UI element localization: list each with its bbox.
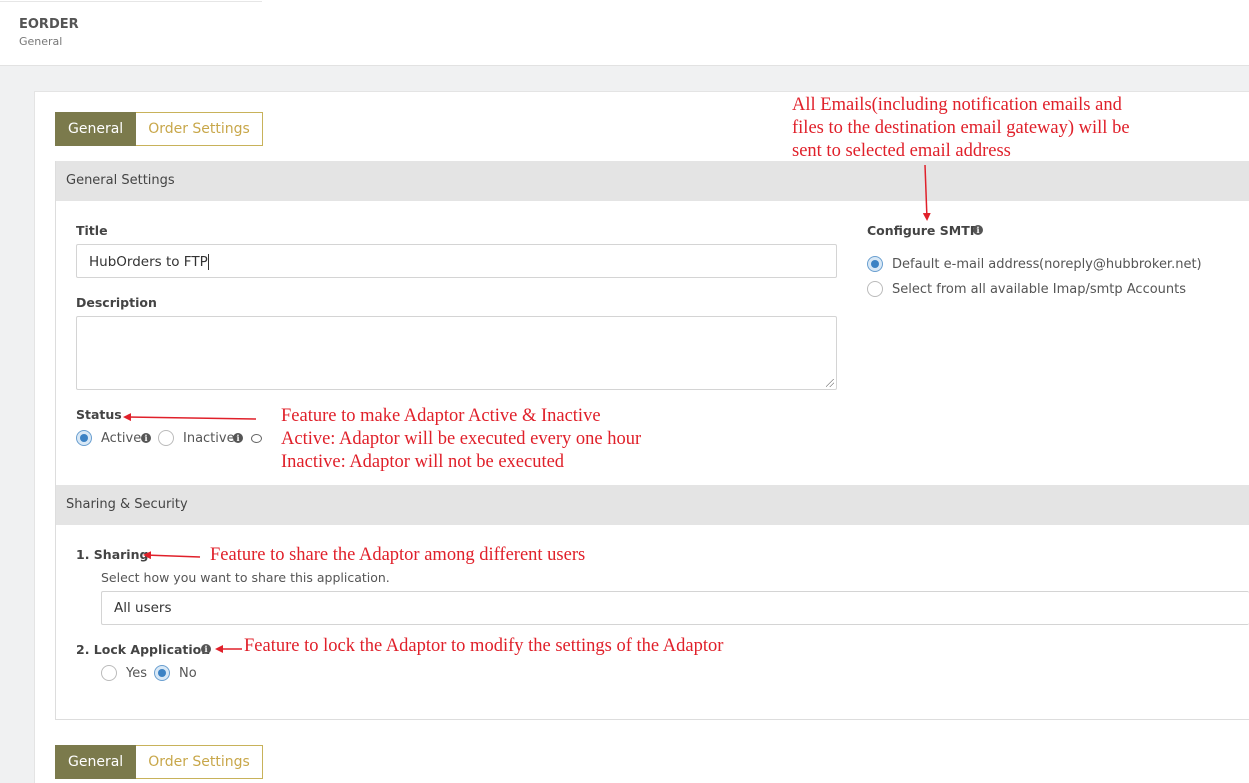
status-label: Status (76, 407, 122, 422)
sharing-select[interactable]: All users (101, 591, 1249, 625)
lock-application-label: 2. Lock Application (76, 642, 211, 657)
lock-annotation: Feature to lock the Adaptor to modify th… (244, 636, 724, 656)
title-input-value: HubOrders to FTP (89, 254, 208, 270)
tab-general-bottom[interactable]: General (55, 745, 137, 779)
lock-no-label: No (179, 666, 197, 681)
info-icon: i (201, 644, 211, 654)
smtp-default-radio[interactable] (867, 256, 883, 272)
info-icon: i (141, 433, 151, 443)
header-divider (0, 0, 262, 2)
tab-general[interactable]: General (55, 112, 137, 146)
bottom-tab-bar: General Order Settings (55, 745, 263, 779)
description-textarea[interactable] (76, 316, 837, 390)
info-icon: i (233, 433, 243, 443)
smtp-select-label: Select from all available Imap/smtp Acco… (892, 282, 1187, 297)
description-label: Description (76, 295, 157, 310)
lock-no-radio[interactable] (154, 665, 170, 681)
sharing-label: 1. Sharing (76, 547, 149, 562)
page-header: EORDER General (0, 0, 1249, 66)
app-subtitle: General (19, 35, 63, 48)
general-settings-heading: General Settings (56, 161, 1249, 201)
status-annotation: Feature to make Adaptor Active & Inactiv… (281, 405, 641, 474)
resize-handle[interactable] (826, 379, 834, 387)
annotation-line: Active: Adaptor will be executed every o… (281, 429, 642, 449)
lock-yes-label: Yes (126, 666, 147, 681)
smtp-default-label: Default e-mail address (892, 257, 1040, 272)
tab-order-settings[interactable]: Order Settings (136, 112, 263, 146)
comment-icon[interactable] (251, 434, 262, 443)
sharing-help-text: Select how you want to share this applic… (101, 570, 390, 585)
annotation-line: sent to selected email address (792, 141, 1011, 161)
email-annotation: All Emails(including notification emails… (792, 94, 1130, 163)
sharing-security-heading: Sharing & Security (56, 485, 1249, 525)
top-tab-bar: General Order Settings (55, 112, 263, 146)
status-active-radio[interactable] (76, 430, 92, 446)
status-active-label: Active (101, 431, 142, 446)
smtp-select-radio[interactable] (867, 281, 883, 297)
status-inactive-radio[interactable] (158, 430, 174, 446)
text-cursor (207, 254, 209, 270)
status-inactive-label: Inactive (183, 431, 235, 446)
annotation-line: Feature to make Adaptor Active & Inactiv… (281, 406, 601, 426)
lock-yes-radio[interactable] (101, 665, 117, 681)
annotation-line: Inactive: Adaptor will not be executed (281, 452, 565, 472)
app-title: EORDER (19, 17, 79, 32)
info-icon: i (973, 225, 983, 235)
smtp-default-address: (noreply@hubbroker.net) (1039, 257, 1202, 272)
title-label: Title (76, 223, 108, 238)
tab-order-settings-bottom[interactable]: Order Settings (136, 745, 263, 779)
annotation-line: All Emails(including notification emails… (792, 95, 1122, 115)
sharing-annotation: Feature to share the Adaptor among diffe… (210, 545, 586, 565)
smtp-label: Configure SMTP (867, 223, 979, 238)
title-input[interactable]: HubOrders to FTP (76, 244, 837, 278)
annotation-line: files to the destination email gateway) … (792, 118, 1130, 138)
sharing-select-value: All users (114, 600, 172, 616)
